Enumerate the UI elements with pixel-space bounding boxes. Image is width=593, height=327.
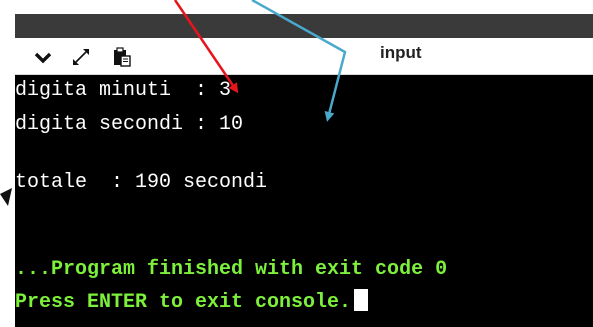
console-toolbar: input — [15, 38, 593, 75]
expand-icon — [73, 49, 89, 65]
paste-icon — [114, 47, 131, 67]
window-left-edge — [0, 0, 15, 327]
console-prompt-text: Press ENTER to exit console. — [15, 291, 352, 314]
collapse-button[interactable] — [29, 44, 57, 70]
console-output[interactable]: digita minuti : 3 digita secondi : 10 to… — [15, 75, 593, 327]
console-line-prompt: Press ENTER to exit console. — [15, 289, 369, 315]
expand-button[interactable] — [67, 44, 95, 70]
paste-button[interactable] — [108, 44, 136, 70]
console-line-total: totale : 190 secondi — [15, 171, 268, 194]
input-tab-label[interactable]: input — [380, 43, 422, 63]
chevron-down-icon — [34, 52, 52, 64]
window-titlebar — [15, 14, 593, 38]
console-line-exit-code: ...Program finished with exit code 0 — [15, 258, 448, 281]
console-line-seconds: digita secondi : 10 — [15, 113, 244, 136]
text-cursor — [354, 289, 369, 311]
console-line-minutes: digita minuti : 3 — [15, 79, 232, 102]
